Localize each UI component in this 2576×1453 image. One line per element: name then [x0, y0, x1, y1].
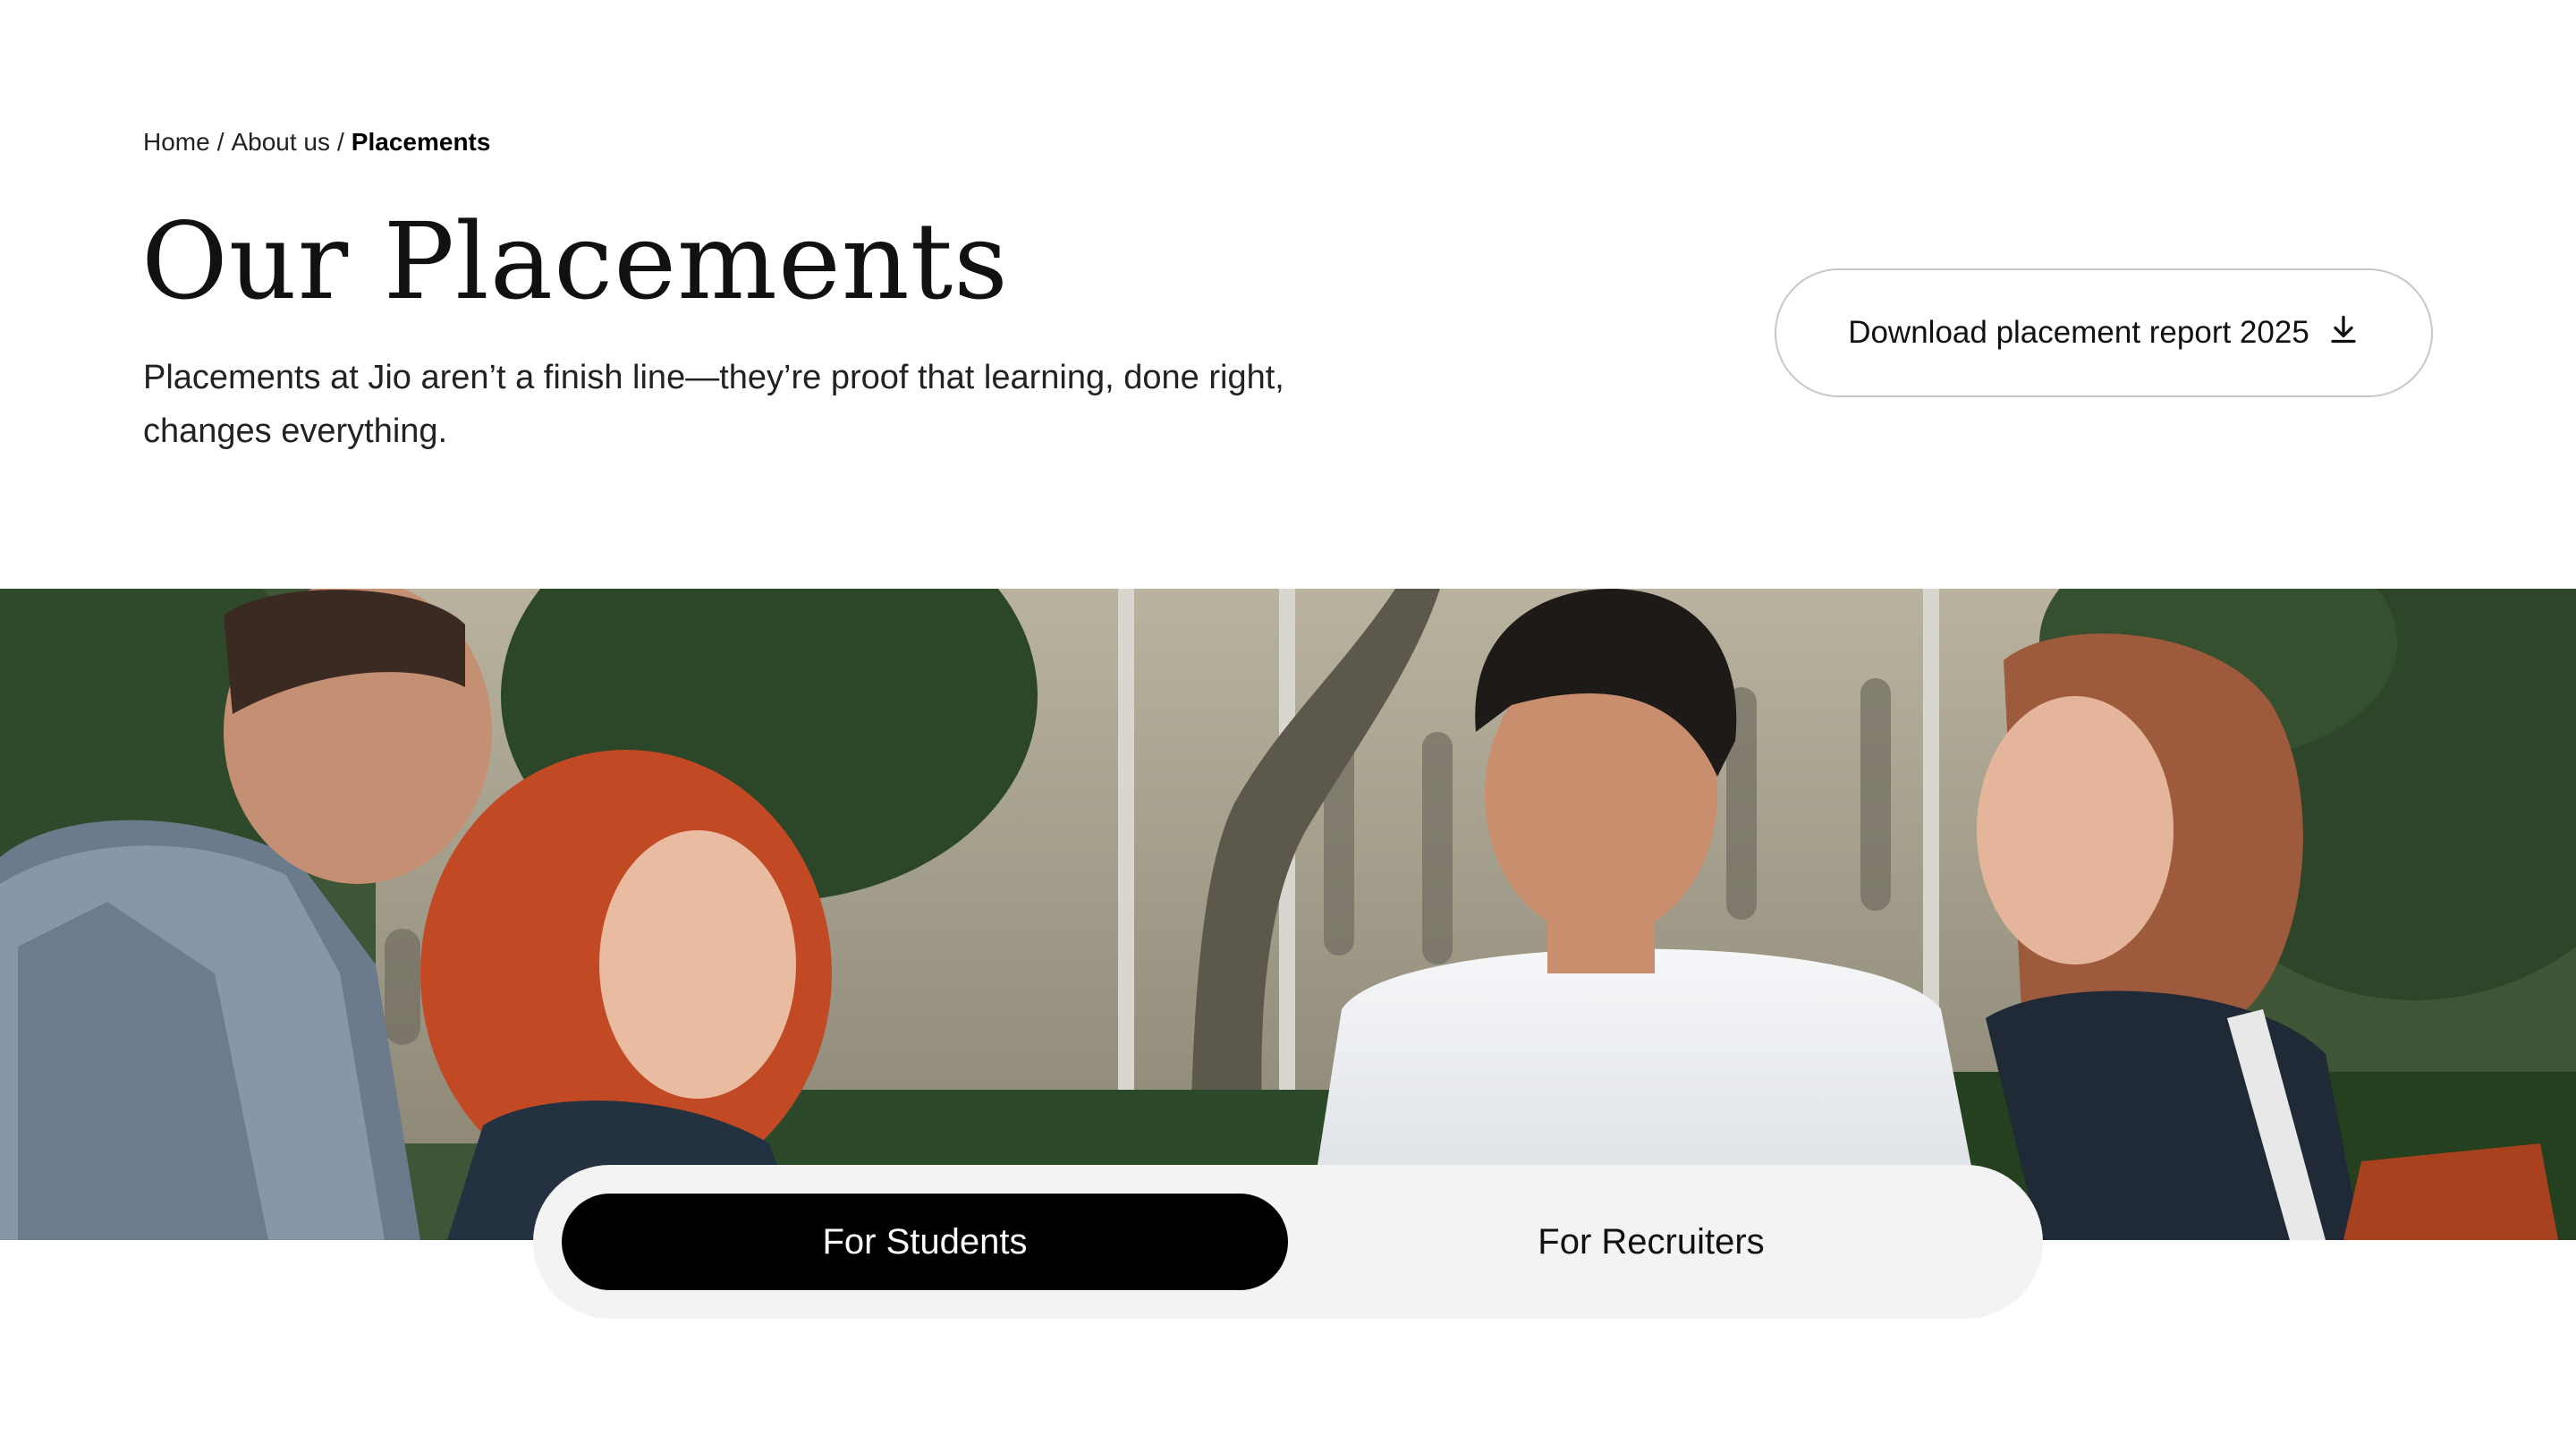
- breadcrumb-separator: /: [337, 128, 344, 156]
- page-title: Our Placements: [141, 200, 1009, 323]
- breadcrumb-separator: /: [216, 128, 225, 156]
- tab-for-recruiters[interactable]: For Recruiters: [1288, 1194, 2014, 1290]
- download-report-button[interactable]: Download placement report 2025: [1775, 268, 2433, 397]
- breadcrumb-home-link[interactable]: Home: [143, 128, 210, 157]
- breadcrumb-current: Placements: [351, 128, 491, 156]
- audience-tabs: For Students For Recruiters: [533, 1165, 2043, 1319]
- breadcrumb: Home / About us / Placements: [143, 128, 490, 157]
- download-button-label: Download placement report 2025: [1848, 315, 2309, 350]
- breadcrumb-about-link[interactable]: About us: [231, 128, 330, 157]
- download-icon: [2327, 313, 2360, 353]
- hero-image: [0, 589, 2576, 1240]
- page-subtitle: Placements at Jio aren’t a finish line—t…: [143, 359, 1284, 450]
- tab-for-students[interactable]: For Students: [562, 1194, 1288, 1290]
